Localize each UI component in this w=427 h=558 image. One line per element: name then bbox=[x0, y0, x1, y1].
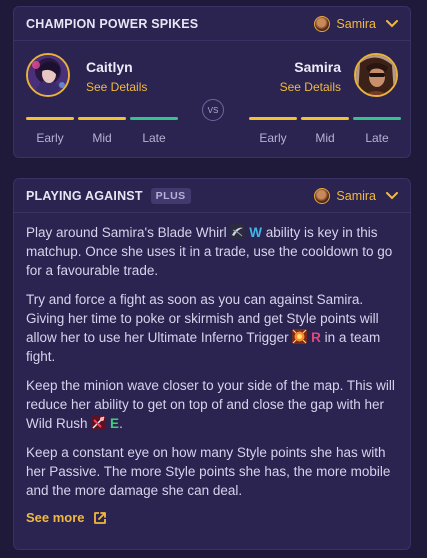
panel-header: PLAYING AGAINST PLUS Samira bbox=[14, 179, 410, 213]
left-champion-name: Caitlyn bbox=[86, 59, 133, 75]
left-late-bar bbox=[130, 117, 178, 120]
selected-champion-label: Samira bbox=[336, 188, 376, 203]
ability-key-w: W bbox=[249, 225, 262, 240]
right-see-details-link[interactable]: See Details bbox=[280, 80, 341, 94]
caitlyn-avatar bbox=[26, 53, 70, 97]
panel-title: CHAMPION POWER SPIKES bbox=[26, 16, 199, 31]
right-mid-bar bbox=[301, 117, 349, 120]
samira-avatar bbox=[354, 53, 398, 97]
tip-text: Play around Samira's Blade Whirl bbox=[26, 225, 227, 240]
tips-body: Play around Samira's Blade Whirl W abili… bbox=[14, 213, 410, 525]
panel-header: CHAMPION POWER SPIKES Samira bbox=[14, 7, 410, 41]
tip-text: Keep the minion wave closer to your side… bbox=[26, 378, 395, 431]
wild-rush-icon bbox=[91, 415, 107, 430]
tip-paragraph: Keep the minion wave closer to your side… bbox=[26, 376, 398, 433]
left-early-bar bbox=[26, 117, 74, 120]
see-more-link[interactable]: See more bbox=[26, 510, 398, 525]
chevron-down-icon bbox=[386, 191, 398, 199]
ability-key-r: R bbox=[311, 330, 321, 345]
right-late-bar bbox=[353, 117, 401, 120]
vs-badge: VS bbox=[202, 99, 224, 121]
selected-champion-label: Samira bbox=[336, 16, 376, 31]
playing-against-panel: PLAYING AGAINST PLUS Samira Play around … bbox=[13, 178, 411, 550]
panel-title-text: PLAYING AGAINST bbox=[26, 188, 143, 203]
champion-select-dropdown[interactable]: Samira bbox=[314, 187, 398, 204]
tip-paragraph: Play around Samira's Blade Whirl W abili… bbox=[26, 223, 398, 280]
left-late-label: Late bbox=[142, 131, 166, 145]
tip-paragraph: Try and force a fight as soon as you can… bbox=[26, 290, 398, 366]
left-early-label: Early bbox=[36, 131, 64, 145]
samira-mini-avatar bbox=[314, 187, 331, 204]
right-early-bar bbox=[249, 117, 297, 120]
right-early-label: Early bbox=[259, 131, 287, 145]
champion-power-spikes-panel: CHAMPION POWER SPIKES Samira Caitlyn See… bbox=[13, 6, 411, 158]
inferno-trigger-icon bbox=[292, 329, 308, 344]
panel-title: PLAYING AGAINST PLUS bbox=[26, 187, 191, 204]
left-see-details-link[interactable]: See Details bbox=[86, 80, 147, 94]
left-mid-label: Mid bbox=[92, 131, 112, 145]
plus-badge: PLUS bbox=[150, 187, 191, 204]
chevron-down-icon bbox=[386, 19, 398, 27]
left-mid-bar bbox=[78, 117, 126, 120]
right-champion-name: Samira bbox=[294, 59, 341, 75]
ability-key-e: E bbox=[110, 416, 120, 431]
external-link-icon bbox=[93, 511, 106, 524]
tip-paragraph: Keep a constant eye on how many Style po… bbox=[26, 445, 391, 498]
right-mid-label: Mid bbox=[315, 131, 335, 145]
tip-text: . bbox=[119, 416, 123, 431]
samira-mini-avatar bbox=[314, 15, 331, 32]
champion-select-dropdown[interactable]: Samira bbox=[314, 15, 398, 32]
right-late-label: Late bbox=[365, 131, 389, 145]
matchup-row: Caitlyn See Details VS Samira See Detail… bbox=[14, 41, 410, 157]
blade-whirl-icon bbox=[230, 224, 246, 239]
see-more-label: See more bbox=[26, 510, 85, 525]
